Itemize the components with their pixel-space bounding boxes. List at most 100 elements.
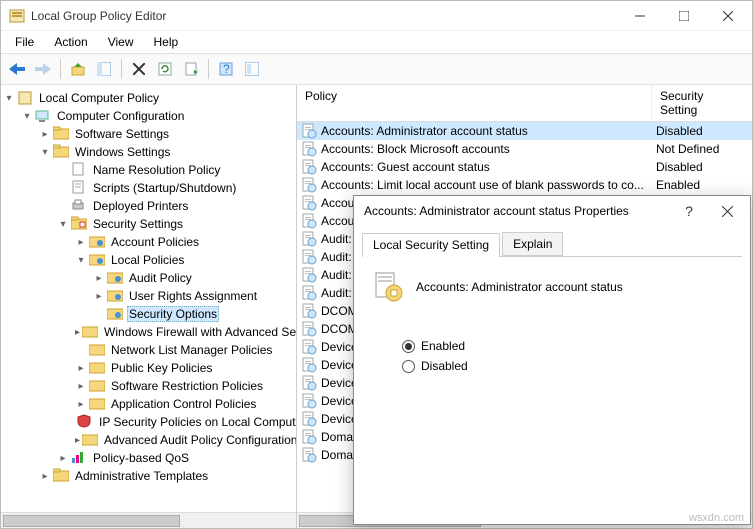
tree-scripts[interactable]: Scripts (Startup/Shutdown) bbox=[57, 179, 294, 197]
tree-name-resolution[interactable]: Name Resolution Policy bbox=[57, 161, 294, 179]
tree-pane[interactable]: ▾ Local Computer Policy ▾ Computer Confi… bbox=[1, 85, 297, 528]
separator bbox=[208, 59, 209, 79]
tab-local-security[interactable]: Local Security Setting bbox=[362, 233, 500, 257]
policy-row[interactable]: Accounts: Block Microsoft accountsNot De… bbox=[297, 140, 752, 158]
expand-icon[interactable]: ▸ bbox=[75, 380, 87, 392]
tree-printers[interactable]: Deployed Printers bbox=[57, 197, 294, 215]
tree-local-policies[interactable]: ▾ Local Policies bbox=[75, 251, 294, 269]
tree-computer-config[interactable]: ▾ Computer Configuration bbox=[21, 107, 294, 125]
svg-text:?: ? bbox=[223, 62, 230, 76]
expand-icon[interactable]: ▸ bbox=[57, 452, 69, 464]
dialog-close-button[interactable] bbox=[708, 198, 746, 224]
tree-label: Local Policies bbox=[109, 253, 186, 267]
policy-item-icon bbox=[301, 303, 317, 319]
tree-label: Scripts (Startup/Shutdown) bbox=[91, 181, 238, 195]
tree-security-settings[interactable]: ▾ Security Settings bbox=[57, 215, 294, 233]
tree-label: Security Options bbox=[127, 306, 219, 322]
expand-icon[interactable]: ▸ bbox=[75, 398, 87, 410]
export-button[interactable] bbox=[179, 57, 203, 81]
expand-icon[interactable]: ▸ bbox=[39, 470, 51, 482]
chart-icon bbox=[71, 450, 87, 466]
radio-disabled[interactable]: Disabled bbox=[402, 359, 732, 373]
menu-action[interactable]: Action bbox=[46, 33, 95, 51]
filter-button[interactable] bbox=[240, 57, 264, 81]
computer-icon bbox=[35, 108, 51, 124]
tree-label: Local Computer Policy bbox=[37, 91, 161, 105]
scrollbar-thumb[interactable] bbox=[3, 515, 180, 527]
policy-row[interactable]: Accounts: Guest account statusDisabled bbox=[297, 158, 752, 176]
up-button[interactable] bbox=[66, 57, 90, 81]
policy-row[interactable]: Accounts: Limit local account use of bla… bbox=[297, 176, 752, 194]
policy-icon bbox=[372, 271, 404, 303]
policy-name: Accounts: Block Microsoft accounts bbox=[321, 142, 652, 156]
expand-icon[interactable]: ▸ bbox=[75, 362, 87, 374]
tree-ipsec[interactable]: IP Security Policies on Local Computer bbox=[75, 413, 294, 431]
dialog-tabs: Local Security Setting Explain bbox=[362, 232, 742, 257]
tree-root[interactable]: ▾ Local Computer Policy bbox=[3, 89, 294, 107]
tab-explain[interactable]: Explain bbox=[502, 232, 563, 256]
column-setting[interactable]: Security Setting bbox=[652, 85, 752, 121]
tree-label: Security Settings bbox=[91, 217, 185, 231]
expand-icon[interactable]: ▸ bbox=[75, 236, 87, 248]
tree-label: Software Restriction Policies bbox=[109, 379, 265, 393]
folder-icon bbox=[82, 324, 98, 340]
list-header: Policy Security Setting bbox=[297, 85, 752, 122]
show-hide-tree-button[interactable] bbox=[92, 57, 116, 81]
refresh-button[interactable] bbox=[153, 57, 177, 81]
collapse-icon[interactable]: ▾ bbox=[57, 218, 69, 230]
scrollbar-horizontal[interactable] bbox=[1, 512, 296, 528]
collapse-icon[interactable]: ▾ bbox=[21, 110, 33, 122]
help-button[interactable]: ? bbox=[214, 57, 238, 81]
tree-pubkey[interactable]: ▸Public Key Policies bbox=[75, 359, 294, 377]
policy-item-icon bbox=[301, 321, 317, 337]
tree-admin-templates[interactable]: ▸Administrative Templates bbox=[39, 467, 294, 485]
radio-label: Disabled bbox=[421, 359, 468, 373]
tree-label: Software Settings bbox=[73, 127, 171, 141]
expand-icon[interactable]: ▸ bbox=[75, 326, 80, 338]
menu-file[interactable]: File bbox=[7, 33, 42, 51]
collapse-icon[interactable]: ▾ bbox=[3, 92, 15, 104]
dialog-help-button[interactable]: ? bbox=[670, 198, 708, 224]
policy-name: Accounts: Administrator account status bbox=[321, 124, 652, 138]
policy-row[interactable]: Accounts: Administrator account statusDi… bbox=[297, 122, 752, 140]
tree-windows-settings[interactable]: ▾Windows Settings bbox=[39, 143, 294, 161]
radio-enabled[interactable]: Enabled bbox=[402, 339, 732, 353]
collapse-icon[interactable]: ▾ bbox=[75, 254, 87, 266]
maximize-button[interactable] bbox=[662, 2, 706, 30]
separator bbox=[60, 59, 61, 79]
menu-view[interactable]: View bbox=[100, 33, 142, 51]
tree-qos[interactable]: ▸Policy-based QoS bbox=[57, 449, 294, 467]
collapse-icon[interactable]: ▾ bbox=[39, 146, 51, 158]
tree-appctrl[interactable]: ▸Application Control Policies bbox=[75, 395, 294, 413]
tree-firewall[interactable]: ▸Windows Firewall with Advanced Security bbox=[75, 323, 294, 341]
tree-software-settings[interactable]: ▸ Software Settings bbox=[39, 125, 294, 143]
minimize-button[interactable] bbox=[618, 2, 662, 30]
column-policy[interactable]: Policy bbox=[297, 85, 652, 121]
dialog-heading: Accounts: Administrator account status bbox=[416, 280, 623, 294]
delete-button[interactable] bbox=[127, 57, 151, 81]
policy-item-icon bbox=[301, 339, 317, 355]
tree-softrest[interactable]: ▸ Software Restriction Policies bbox=[75, 377, 294, 395]
policy-item-icon bbox=[301, 159, 317, 175]
expand-icon[interactable]: ▸ bbox=[39, 128, 51, 140]
menu-help[interactable]: Help bbox=[146, 33, 187, 51]
shield-icon bbox=[77, 414, 93, 430]
policy-value: Disabled bbox=[652, 160, 752, 174]
expand-icon[interactable]: ▸ bbox=[75, 434, 80, 446]
tree-advaudit[interactable]: ▸Advanced Audit Policy Configuration bbox=[75, 431, 294, 449]
close-button[interactable] bbox=[706, 2, 750, 30]
policy-icon bbox=[17, 90, 33, 106]
forward-button[interactable] bbox=[31, 57, 55, 81]
tree-security-options[interactable]: Security Options bbox=[93, 305, 294, 323]
policy-value: Not Defined bbox=[652, 142, 752, 156]
tree-audit-policy[interactable]: ▸Audit Policy bbox=[93, 269, 294, 287]
tree-netlist[interactable]: Network List Manager Policies bbox=[75, 341, 294, 359]
tree-user-rights[interactable]: ▸User Rights Assignment bbox=[93, 287, 294, 305]
expand-icon[interactable]: ▸ bbox=[93, 272, 105, 284]
folder-icon bbox=[53, 144, 69, 160]
tree-account-policies[interactable]: ▸Account Policies bbox=[75, 233, 294, 251]
policy-item-icon bbox=[301, 231, 317, 247]
back-button[interactable] bbox=[5, 57, 29, 81]
printer-icon bbox=[71, 198, 87, 214]
expand-icon[interactable]: ▸ bbox=[93, 290, 105, 302]
